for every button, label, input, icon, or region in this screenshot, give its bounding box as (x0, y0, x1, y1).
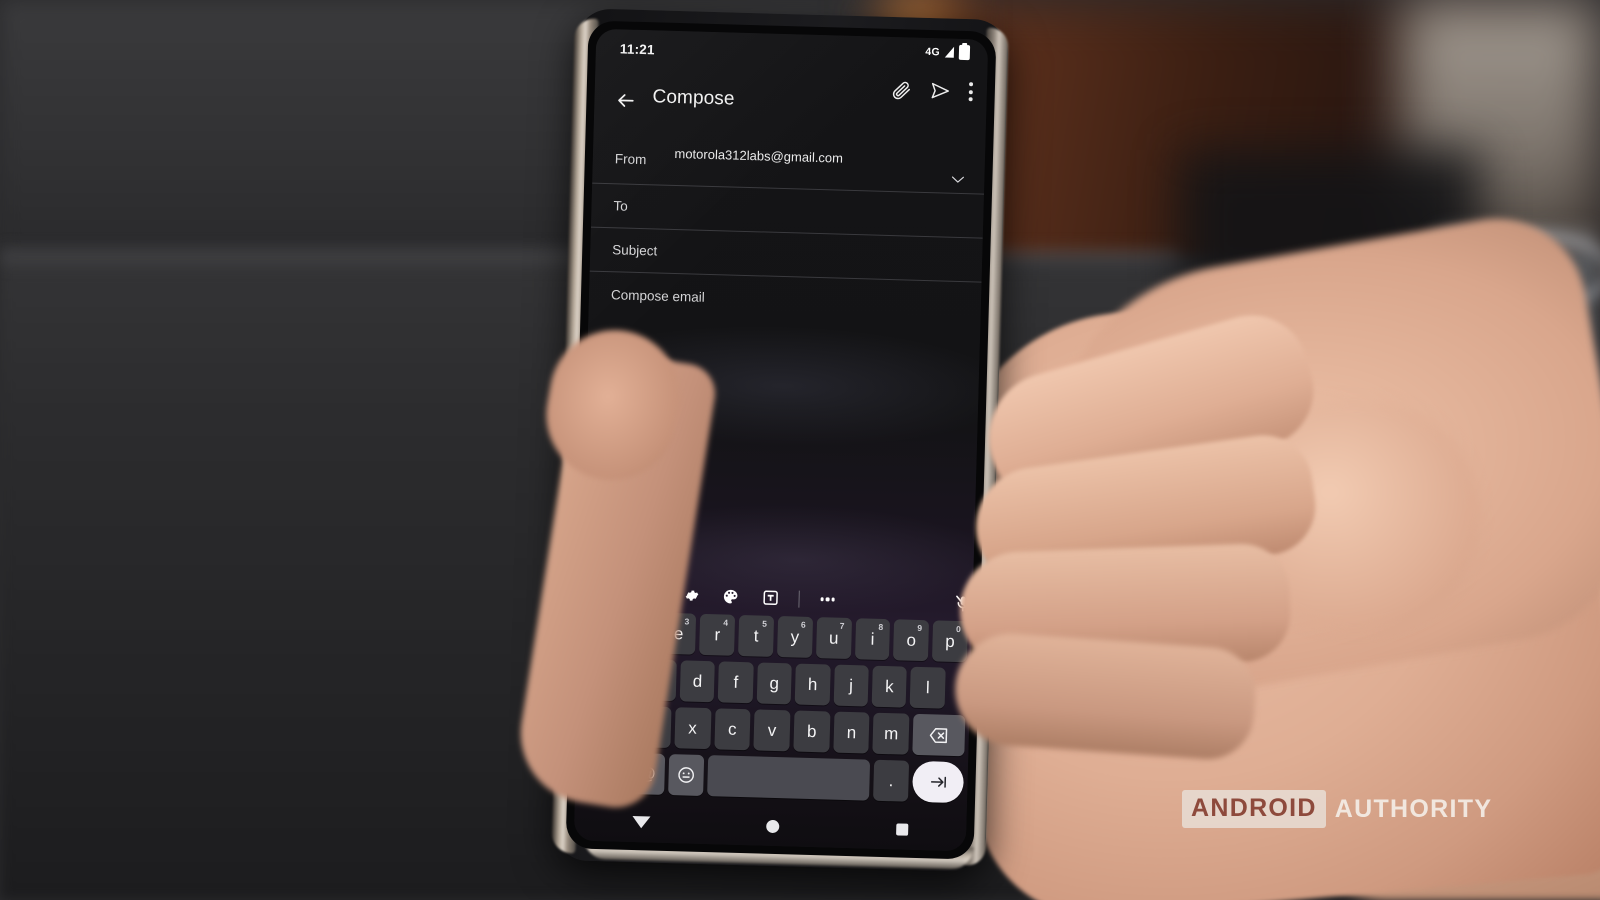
key-n[interactable]: n (833, 711, 870, 754)
circle-icon[interactable] (766, 819, 780, 833)
key-u[interactable]: u7 (815, 617, 852, 660)
key-x[interactable]: x (674, 707, 712, 750)
watermark-brand-box: ANDROID (1182, 790, 1326, 828)
from-label: From (614, 150, 647, 167)
space-key[interactable] (707, 755, 871, 801)
watermark: ANDROID AUTHORITY (1182, 790, 1492, 828)
key-t[interactable]: t5 (738, 614, 775, 657)
watermark-brand-secondary: AUTHORITY (1334, 794, 1493, 823)
toolbar-divider (798, 590, 800, 608)
key-c[interactable]: c (713, 708, 751, 751)
back-arrow-icon[interactable] (614, 89, 637, 112)
photo-scene: 11:21 4G Compose From motorola312labs@gm… (0, 0, 1600, 900)
send-icon[interactable] (930, 80, 952, 102)
to-label: To (613, 198, 628, 214)
key-f[interactable]: f (718, 661, 754, 704)
key-v[interactable]: v (753, 709, 791, 752)
key-l[interactable]: l (910, 666, 946, 709)
from-value: motorola312labs@gmail.com (674, 145, 844, 166)
signal-icon (944, 46, 955, 58)
watermark-brand-primary: ANDROID (1191, 794, 1317, 822)
kebab-menu-icon[interactable] (968, 82, 974, 102)
down-triangle-icon[interactable] (632, 816, 651, 829)
compose-body-placeholder: Compose email (610, 286, 706, 305)
app-bar: Compose (594, 75, 987, 138)
key-k[interactable]: k (871, 665, 908, 708)
key-y[interactable]: y6 (776, 616, 813, 658)
period-key[interactable]: . (872, 759, 910, 802)
status-clock: 11:21 (619, 41, 655, 58)
network-type-label: 4G (925, 45, 941, 58)
status-icons: 4G (925, 44, 971, 61)
key-o[interactable]: o9 (893, 619, 930, 662)
battery-icon (958, 44, 971, 61)
key-r[interactable]: r4 (699, 613, 736, 656)
key-d[interactable]: d (679, 660, 716, 703)
key-h[interactable]: h (794, 663, 831, 706)
page-title: Compose (652, 86, 735, 110)
toolbar-spacer (848, 600, 943, 603)
three-dots-icon[interactable] (817, 589, 838, 610)
tab-enter-icon[interactable] (912, 760, 965, 804)
square-icon[interactable] (895, 823, 909, 836)
key-j[interactable]: j (833, 664, 869, 707)
key-g[interactable]: g (756, 662, 793, 705)
app-bar-actions (891, 79, 974, 102)
backspace-icon[interactable] (912, 713, 966, 757)
emoji-icon[interactable] (668, 754, 705, 796)
key-b[interactable]: b (793, 710, 831, 753)
key-m[interactable]: m (872, 712, 910, 755)
chevron-down-icon[interactable] (951, 171, 964, 183)
compose-fields: From motorola312labs@gmail.com To Subjec… (588, 132, 986, 327)
text-select-icon[interactable] (760, 588, 781, 609)
subject-label: Subject (612, 242, 658, 259)
palette-icon[interactable] (720, 586, 741, 607)
key-i[interactable]: i8 (854, 618, 891, 661)
hand-pinky-finger (951, 629, 1259, 763)
paperclip-icon[interactable] (891, 79, 913, 101)
